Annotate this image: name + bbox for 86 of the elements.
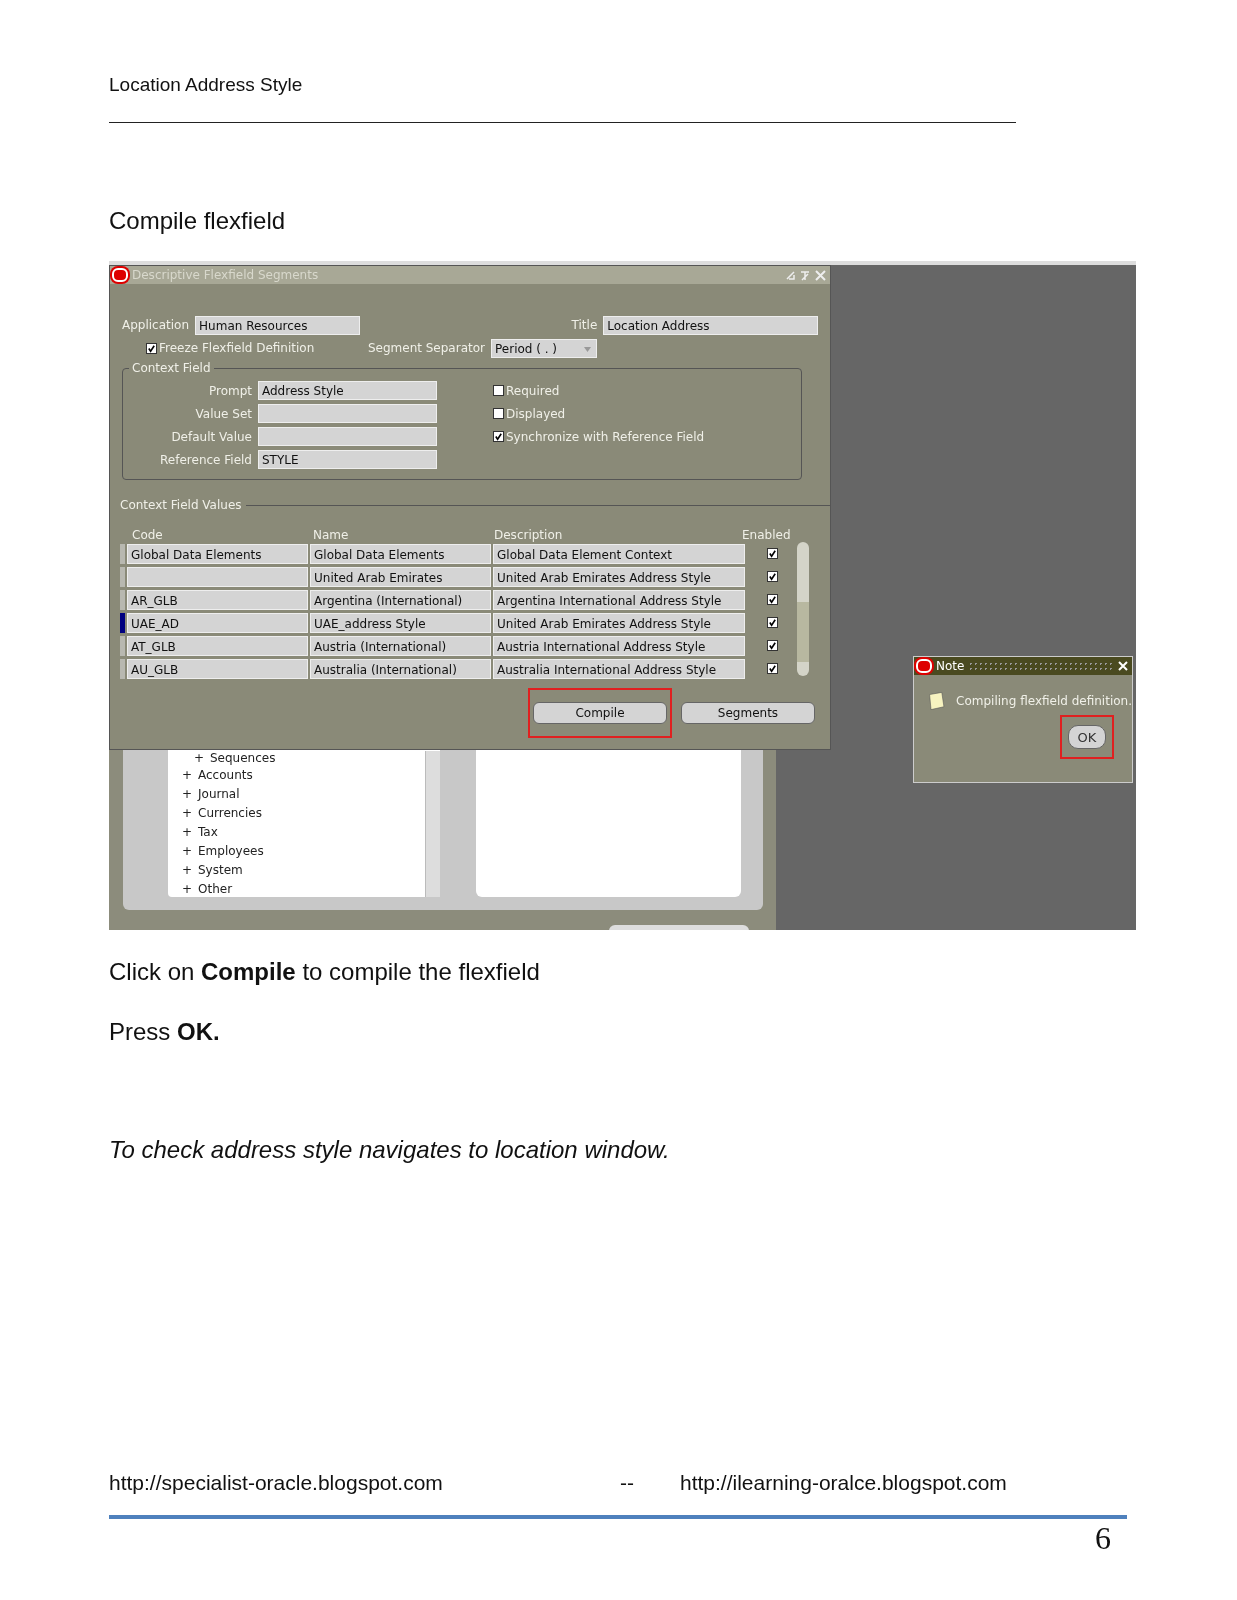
expand-sign[interactable]: + (182, 767, 190, 782)
table-cell[interactable]: United Arab Emirates (310, 566, 491, 587)
expand-sign[interactable]: + (182, 824, 190, 839)
field-label: Prompt (207, 383, 253, 398)
dropdown[interactable]: Period ( . ) (491, 338, 597, 358)
table-cell[interactable]: UAE_address Style (310, 612, 491, 633)
window-controls-icon[interactable] (785, 269, 827, 281)
close-icon[interactable] (1118, 661, 1128, 671)
table-cell[interactable]: United Arab Emirates Address Style (493, 566, 745, 587)
table-cell[interactable]: United Arab Emirates Address Style (493, 612, 745, 633)
tree-item[interactable]: Journal (198, 786, 240, 801)
note-text: To check address style navigates to location window. (109, 1136, 671, 1164)
input-field[interactable]: Human Resources (195, 315, 360, 335)
scrollbar[interactable] (797, 542, 809, 676)
footer-link[interactable]: http://specialist-oracle.blogspot.com (109, 1471, 620, 1495)
checkbox[interactable] (766, 548, 778, 559)
window-title: Note (936, 659, 965, 673)
field-label: Segment Separator (366, 341, 486, 355)
checkbox[interactable] (766, 663, 778, 674)
checkbox[interactable] (766, 571, 778, 582)
column-header: Name (312, 528, 350, 542)
expand-sign[interactable]: + (182, 843, 190, 858)
table-cell[interactable]: Argentina (International) (310, 589, 491, 610)
table-cell[interactable]: Australia International Address Style (493, 658, 745, 679)
field-label: Application (122, 318, 191, 332)
input-field[interactable]: STYLE (258, 450, 437, 469)
checkbox[interactable] (493, 385, 504, 396)
footer-separator: -- (620, 1471, 635, 1495)
tree-item[interactable]: Accounts (198, 767, 253, 782)
logo-icon (916, 659, 932, 673)
dialog-button[interactable]: Segments (681, 702, 815, 724)
tree-item[interactable]: System (198, 862, 243, 877)
input-field[interactable]: Address Style (258, 381, 437, 400)
table-cell[interactable]: Global Data Elements (310, 543, 491, 564)
checkbox[interactable] (493, 408, 504, 419)
field-label: Value Set (194, 406, 253, 421)
checkbox[interactable] (766, 640, 778, 651)
table-cell[interactable]: UAE_AD (127, 612, 308, 633)
page-header: Location Address Style (109, 74, 304, 97)
expand-sign[interactable]: + (182, 805, 190, 820)
table-cell[interactable]: Global Data Element Context (493, 543, 745, 564)
instruction-text: Click on Compile to compile the flexfield (109, 958, 541, 987)
table-cell[interactable]: AU_GLB (127, 658, 308, 679)
field-label: Reference Field (159, 452, 253, 467)
group-legend: Context Field Values (120, 498, 242, 512)
tree-item[interactable]: Sequences (210, 751, 276, 765)
input-field[interactable]: Location Address (603, 315, 818, 335)
field-label: Default Value (170, 429, 253, 444)
dialog-button[interactable]: Compile (533, 702, 667, 724)
scrollbar[interactable] (425, 751, 440, 897)
tree-item[interactable]: Currencies (198, 805, 262, 820)
instruction-text: Press OK. (109, 1018, 221, 1047)
checkbox[interactable] (146, 342, 157, 354)
input-field[interactable] (258, 427, 437, 446)
page-number: 6 (1095, 1520, 1111, 1557)
tree-item[interactable]: Other (198, 881, 233, 896)
note-message: Compiling flexfield definition. (956, 694, 1132, 708)
checkbox[interactable] (766, 594, 778, 605)
footer-link[interactable]: http://ilearning-oralce.blogspot.com (680, 1471, 1007, 1495)
input-field[interactable] (258, 404, 437, 423)
expand-sign[interactable]: + (182, 786, 190, 801)
column-header: Description (493, 528, 564, 542)
expand-sign[interactable]: + (182, 862, 190, 877)
tree-item[interactable]: Tax (198, 824, 218, 839)
caret-icon[interactable] (584, 346, 591, 352)
table-cell[interactable]: Austria International Address Style (493, 635, 745, 656)
ok-button[interactable]: OK (1068, 725, 1106, 749)
expand-sign[interactable]: + (194, 751, 202, 765)
section-heading: Compile flexfield (109, 207, 287, 236)
group-legend: Context Field (129, 361, 214, 375)
table-cell[interactable]: Australia (International) (310, 658, 491, 679)
column-header: Code (131, 528, 164, 542)
tree-item[interactable]: Employees (198, 843, 264, 858)
expand-sign[interactable]: + (182, 881, 190, 896)
table-cell[interactable]: AT_GLB (127, 635, 308, 656)
table-cell[interactable]: Global Data Elements (127, 543, 308, 564)
logo-icon (112, 268, 128, 282)
table-cell[interactable]: Austria (International) (310, 635, 491, 656)
table-cell[interactable] (127, 566, 308, 587)
table-cell[interactable]: AR_GLB (127, 589, 308, 610)
column-header: Enabled (742, 528, 792, 542)
row-indicator[interactable] (120, 612, 125, 633)
table-cell[interactable]: Argentina International Address Style (493, 589, 745, 610)
field-label: Title (570, 318, 599, 332)
checkbox[interactable] (766, 617, 778, 628)
checkbox[interactable] (493, 431, 504, 442)
